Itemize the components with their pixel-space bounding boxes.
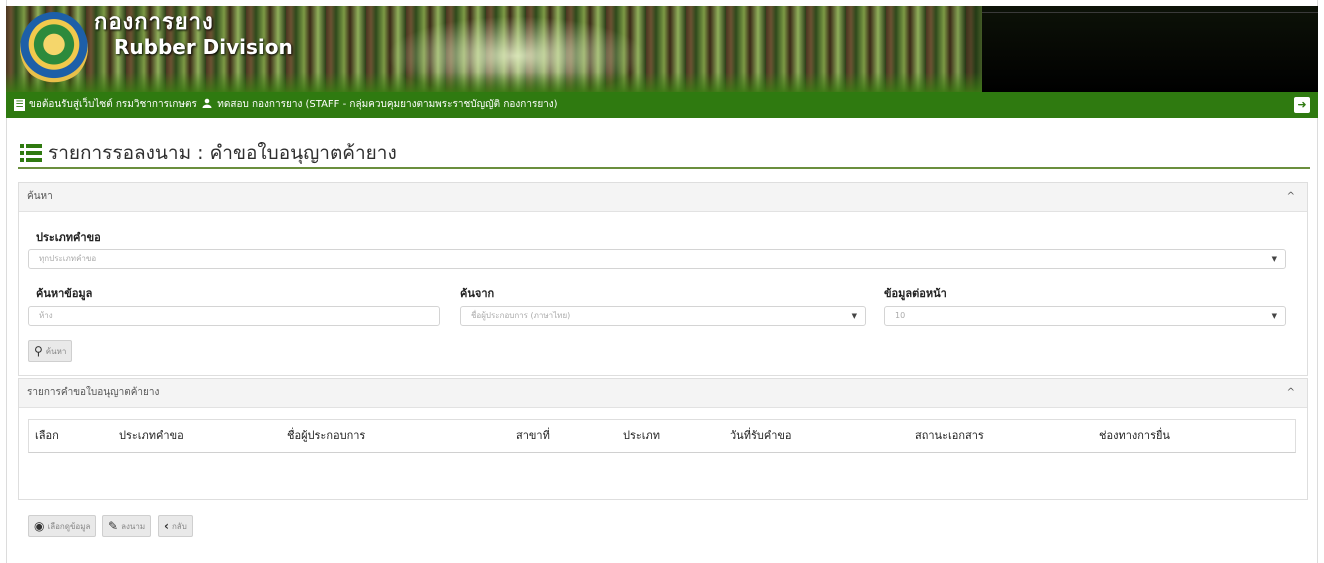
- search-panel: ค้นหา ^: [18, 182, 1308, 376]
- search-from-value: ชื่อผู้ประกอบการ (ภาษาไทย): [471, 311, 571, 320]
- eye-icon: ◉: [34, 519, 45, 533]
- site-banner: กองการยาง Rubber Division: [6, 6, 1318, 92]
- keyword-input[interactable]: ห้าง: [28, 306, 440, 326]
- column-header-received-date[interactable]: วันที่รับคำขอ: [730, 420, 792, 452]
- banner-ground: [6, 72, 986, 92]
- title-divider: [18, 167, 1310, 169]
- request-type-label: ประเภทคำขอ: [36, 231, 101, 244]
- view-data-button[interactable]: ◉ เลือกดูข้อมูล: [28, 515, 97, 537]
- per-page-label: ข้อมูลต่อหน้า: [884, 287, 947, 300]
- site-logo-text: กองการยาง Rubber Division: [94, 10, 293, 58]
- banner-dark-area: [982, 6, 1318, 92]
- banner-divider: [982, 12, 1318, 13]
- menu-list-icon[interactable]: ☰: [14, 99, 25, 111]
- search-from-select[interactable]: ชื่อผู้ประกอบการ (ภาษาไทย) ▼: [460, 306, 866, 326]
- user-text: ทดสอบ กองการยาง (STAFF - กลุ่มควบคุมยางต…: [217, 99, 558, 110]
- logo-english-name: Rubber Division: [114, 35, 293, 59]
- keyword-input-text: ห้าง: [39, 311, 53, 320]
- results-table: เลือก ประเภทคำขอ ชื่อผู้ประกอบการ สาขาที…: [28, 419, 1296, 453]
- back-label: กลับ: [171, 521, 187, 531]
- column-header-request-type[interactable]: ประเภทคำขอ: [119, 420, 184, 452]
- dropdown-caret-icon: ▼: [1271, 312, 1277, 320]
- column-header-document-status[interactable]: สถานะเอกสาร: [915, 420, 984, 452]
- search-from-label: ค้นจาก: [460, 287, 495, 300]
- search-button[interactable]: ⚲ ค้นหา: [28, 340, 73, 362]
- user-icon: [202, 98, 212, 108]
- per-page-select[interactable]: 10 ▼: [884, 306, 1286, 326]
- sign-label: ลงนาม: [121, 521, 146, 531]
- list-icon: [20, 144, 42, 162]
- column-header-type[interactable]: ประเภท: [623, 420, 660, 452]
- edit-check-icon: ✎: [108, 519, 119, 533]
- logo-thai-name: กองการยาง: [94, 10, 214, 35]
- page-title: รายการรอลงนาม : คำขอใบอนุญาตค้ายาง: [20, 138, 397, 168]
- results-panel-header[interactable]: รายการคำขอใบอนุญาตค้ายาง ^: [19, 379, 1307, 408]
- back-button[interactable]: ‹ กลับ: [158, 515, 193, 537]
- results-panel-title: รายการคำขอใบอนุญาตค้ายาง: [27, 387, 160, 398]
- column-header-submission-channel[interactable]: ช่องทางการยื่น: [1099, 420, 1170, 452]
- keyword-label: ค้นหาข้อมูล: [36, 287, 93, 300]
- per-page-value: 10: [895, 311, 906, 320]
- logout-icon[interactable]: ➜: [1294, 97, 1310, 113]
- search-button-label: ค้นหา: [45, 346, 67, 356]
- welcome-line: ขอต้อนรับสู่เว็บไซต์ กรมวิชาการเกษตร ทดส…: [29, 92, 558, 118]
- department-seal-logo: [20, 12, 88, 84]
- column-header-operator-name[interactable]: ชื่อผู้ประกอบการ: [287, 420, 365, 452]
- collapse-chevron-icon[interactable]: ^: [1287, 183, 1295, 211]
- collapse-chevron-icon[interactable]: ^: [1287, 379, 1295, 407]
- column-header-branch[interactable]: สาขาที่: [516, 420, 550, 452]
- request-type-value: ทุกประเภทคำขอ: [39, 254, 97, 263]
- search-panel-header[interactable]: ค้นหา ^: [19, 183, 1307, 212]
- view-data-label: เลือกดูข้อมูล: [47, 521, 91, 531]
- welcome-text: ขอต้อนรับสู่เว็บไซต์ กรมวิชาการเกษตร: [29, 99, 197, 110]
- search-panel-title: ค้นหา: [27, 191, 53, 202]
- top-info-bar: ☰ ขอต้อนรับสู่เว็บไซต์ กรมวิชาการเกษตร ท…: [6, 92, 1318, 118]
- dropdown-caret-icon: ▼: [1271, 255, 1277, 263]
- search-icon: ⚲: [34, 344, 43, 358]
- sign-button[interactable]: ✎ ลงนาม: [102, 515, 152, 537]
- page-title-text: รายการรอลงนาม : คำขอใบอนุญาตค้ายาง: [48, 142, 397, 164]
- request-type-select[interactable]: ทุกประเภทคำขอ ▼: [28, 249, 1286, 269]
- chevron-left-icon: ‹: [164, 519, 169, 533]
- dropdown-caret-icon: ▼: [851, 312, 857, 320]
- column-header-select[interactable]: เลือก: [35, 420, 59, 452]
